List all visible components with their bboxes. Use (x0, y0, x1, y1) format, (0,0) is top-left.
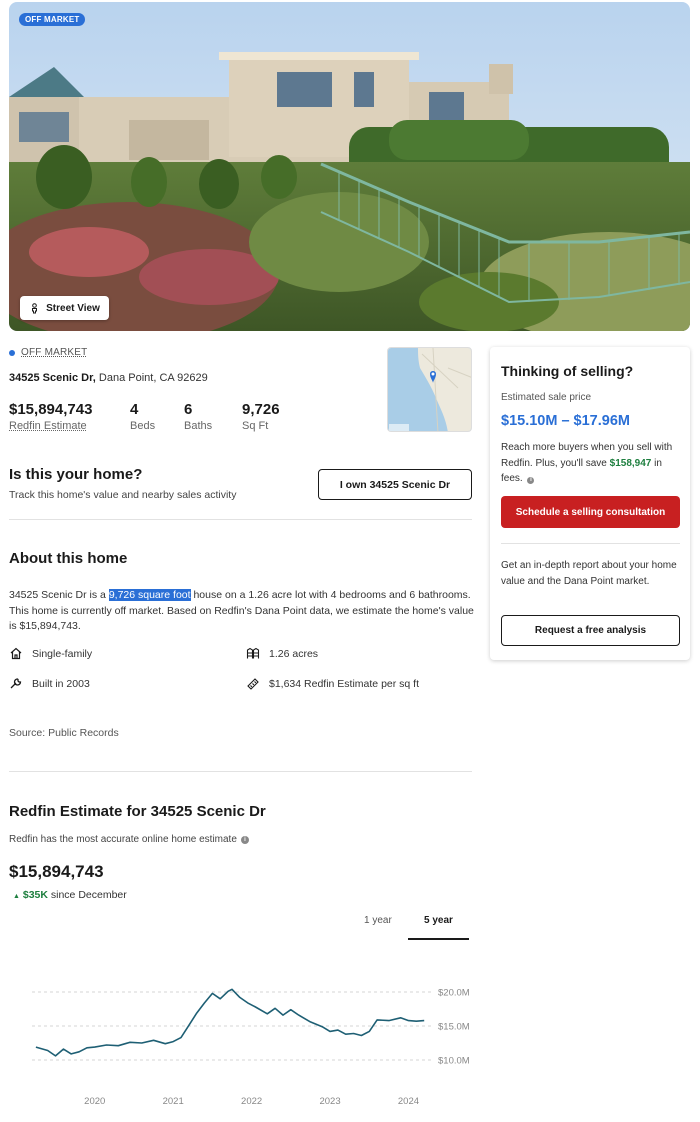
estimate-subtitle: Redfin has the most accurate online home… (9, 834, 249, 845)
selling-card-title: Thinking of selling? (501, 363, 634, 379)
info-icon[interactable]: i (527, 477, 535, 485)
estimate-value: $15,894,743 (9, 862, 104, 881)
stat-sqft: 9,726 Sq Ft (242, 401, 280, 432)
selling-card-body: Reach more buyers when you sell with Red… (501, 440, 681, 487)
request-analysis-button[interactable]: Request a free analysis (501, 615, 680, 646)
fact-year-built-text: Built in 2003 (32, 677, 90, 690)
estimate-change-text: since December (47, 889, 127, 901)
status-text: OFF MARKET (21, 347, 88, 358)
stat-estimate-value: $15,894,743 (9, 401, 93, 418)
stat-baths-value: 6 (184, 401, 193, 418)
y-tick-label: $20.0M (438, 988, 470, 999)
active-tab-indicator (408, 938, 469, 940)
claim-home-button[interactable]: I own 34525 Scenic Dr (318, 469, 472, 500)
about-text-highlight: 9,726 square foot (108, 589, 191, 601)
street-view-icon (32, 302, 38, 313)
stat-sqft-value: 9,726 (242, 401, 280, 418)
wrench-icon (10, 678, 22, 689)
tab-5-year[interactable]: 5 year (424, 915, 453, 926)
lot-size-icon (246, 647, 260, 659)
estimate-title: Redfin Estimate for 34525 Scenic Dr (9, 803, 266, 820)
status-dot-icon (9, 349, 15, 356)
estimate-change-amount: $35K (22, 889, 48, 901)
data-source: Source: Public Records (9, 727, 119, 739)
stat-sqft-label: Sq Ft (242, 420, 269, 432)
stat-baths: 6 Baths (184, 401, 212, 432)
stat-estimate[interactable]: $15,894,743 Redfin Estimate (9, 401, 92, 432)
y-tick-label: $15.0M (438, 1022, 470, 1033)
tab-1-year[interactable]: 1 year (364, 915, 392, 926)
estimate-subtitle-text: Redfin has the most accurate online home… (9, 834, 237, 845)
stat-beds-value: 4 (130, 401, 139, 418)
x-tick-label: 2022 (241, 1096, 262, 1107)
address-street: 34525 Scenic Dr, (9, 372, 96, 384)
about-title: About this home (9, 550, 128, 567)
street-view-button[interactable]: Street View (20, 296, 109, 320)
estimate-history-chart[interactable]: $20.0M $15.0M $10.0M 2020 2021 2022 2023 2024 (0, 975, 490, 1115)
off-market-badge: OFF MARKET (19, 13, 86, 26)
fee-savings-amount: $158,947 (609, 457, 652, 469)
about-text-start: 34525 Scenic Dr is a (9, 589, 109, 601)
info-icon[interactable]: i (240, 835, 249, 844)
estimate-series-line (35, 988, 425, 1057)
analysis-description: Get an in-depth report about your home v… (501, 560, 677, 587)
fact-year-built: Built in 2003 (9, 677, 90, 690)
stat-beds: 4 Beds (130, 401, 155, 432)
address-city: Dana Point, CA 92629 (98, 372, 208, 384)
property-photo[interactable]: OFF MARKET Street View (9, 2, 690, 331)
fact-property-type: Single-family (9, 647, 92, 660)
trend-up-icon: ▲ (13, 893, 20, 900)
ruler-icon (247, 678, 259, 690)
y-tick-label: $10.0M (438, 1056, 470, 1067)
fact-lot-size: 1.26 acres (246, 647, 318, 660)
estimated-price-range: $15.10M – $17.96M (501, 413, 630, 429)
own-home-subtitle: Track this home's value and nearby sales… (9, 489, 237, 501)
fact-price-per-sqft-text: $1,634 Redfin Estimate per sq ft (269, 677, 419, 690)
selling-card: Thinking of selling? Estimated sale pric… (490, 347, 690, 660)
house-photo-illustration (9, 2, 690, 331)
listing-status: OFF MARKET (9, 347, 87, 358)
fact-property-type-text: Single-family (32, 647, 93, 660)
x-tick-label: 2023 (319, 1096, 340, 1107)
location-minimap[interactable] (387, 347, 472, 432)
fact-lot-size-text: 1.26 acres (269, 647, 319, 660)
estimate-change: ▲ $35K since December (13, 889, 127, 901)
stat-estimate-label: Redfin Estimate (9, 420, 87, 432)
house-icon (10, 647, 22, 660)
map-illustration (388, 348, 471, 431)
property-address: 34525 Scenic Dr, Dana Point, CA 92629 (9, 372, 208, 384)
x-tick-label: 2021 (163, 1096, 184, 1107)
stat-baths-label: Baths (184, 420, 213, 432)
card-divider (501, 543, 680, 544)
own-home-title: Is this your home? (9, 466, 143, 483)
about-description: 34525 Scenic Dr is a 9,726 square foot h… (9, 588, 474, 635)
x-tick-label: 2020 (84, 1096, 105, 1107)
schedule-consultation-button[interactable]: Schedule a selling consultation (501, 496, 680, 528)
x-tick-label: 2024 (398, 1096, 419, 1107)
section-divider (9, 771, 472, 772)
estimated-price-label: Estimated sale price (501, 392, 592, 403)
section-divider (9, 519, 472, 520)
stat-beds-label: Beds (130, 420, 156, 432)
street-view-label: Street View (46, 302, 100, 314)
fact-price-per-sqft: $1,634 Redfin Estimate per sq ft (246, 677, 419, 690)
